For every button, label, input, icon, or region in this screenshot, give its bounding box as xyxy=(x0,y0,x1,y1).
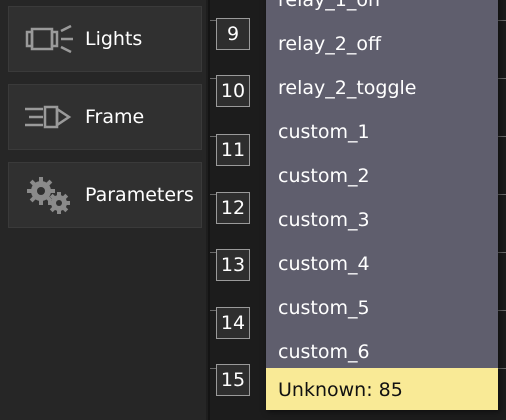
sidebar-item-label: Parameters xyxy=(85,184,194,206)
function-dropdown-list[interactable]: relay_1_on relay_2_off relay_2_toggle cu… xyxy=(266,0,498,410)
dropdown-option[interactable]: custom_1 xyxy=(266,110,498,154)
sidebar-item-lights[interactable]: Lights xyxy=(8,6,202,72)
channel-number: 11 xyxy=(216,134,250,166)
light-icon xyxy=(17,19,81,59)
dropdown-option-selected[interactable]: Unknown: 85 xyxy=(266,368,498,410)
sidebar: Lights Frame Parameters xyxy=(0,0,206,420)
dropdown-option[interactable]: relay_2_toggle xyxy=(266,66,498,110)
sidebar-item-frame[interactable]: Frame xyxy=(8,84,202,150)
frame-icon xyxy=(17,97,81,137)
dropdown-option[interactable]: custom_3 xyxy=(266,198,498,242)
dropdown-option[interactable]: relay_2_off xyxy=(266,22,498,66)
channel-number: 13 xyxy=(216,249,250,281)
channel-number: 10 xyxy=(216,75,250,107)
gears-icon xyxy=(17,175,81,215)
sidebar-item-label: Frame xyxy=(85,106,145,128)
dropdown-option[interactable]: custom_2 xyxy=(266,154,498,198)
dropdown-option[interactable]: custom_5 xyxy=(266,286,498,330)
channel-number: 14 xyxy=(216,307,250,339)
row-tick xyxy=(498,136,506,137)
dropdown-option[interactable]: relay_1_on xyxy=(266,0,498,22)
channel-number: 15 xyxy=(216,364,250,396)
row-tick xyxy=(498,20,506,21)
row-tick xyxy=(498,252,506,253)
row-tick xyxy=(498,194,506,195)
row-tick xyxy=(498,310,506,311)
row-tick xyxy=(498,78,506,79)
dropdown-option[interactable]: custom_4 xyxy=(266,242,498,286)
sidebar-item-parameters[interactable]: Parameters xyxy=(8,162,202,228)
channel-number: 12 xyxy=(216,192,250,224)
row-tick xyxy=(498,368,506,369)
channel-number: 9 xyxy=(216,18,250,50)
sidebar-item-label: Lights xyxy=(85,28,143,50)
